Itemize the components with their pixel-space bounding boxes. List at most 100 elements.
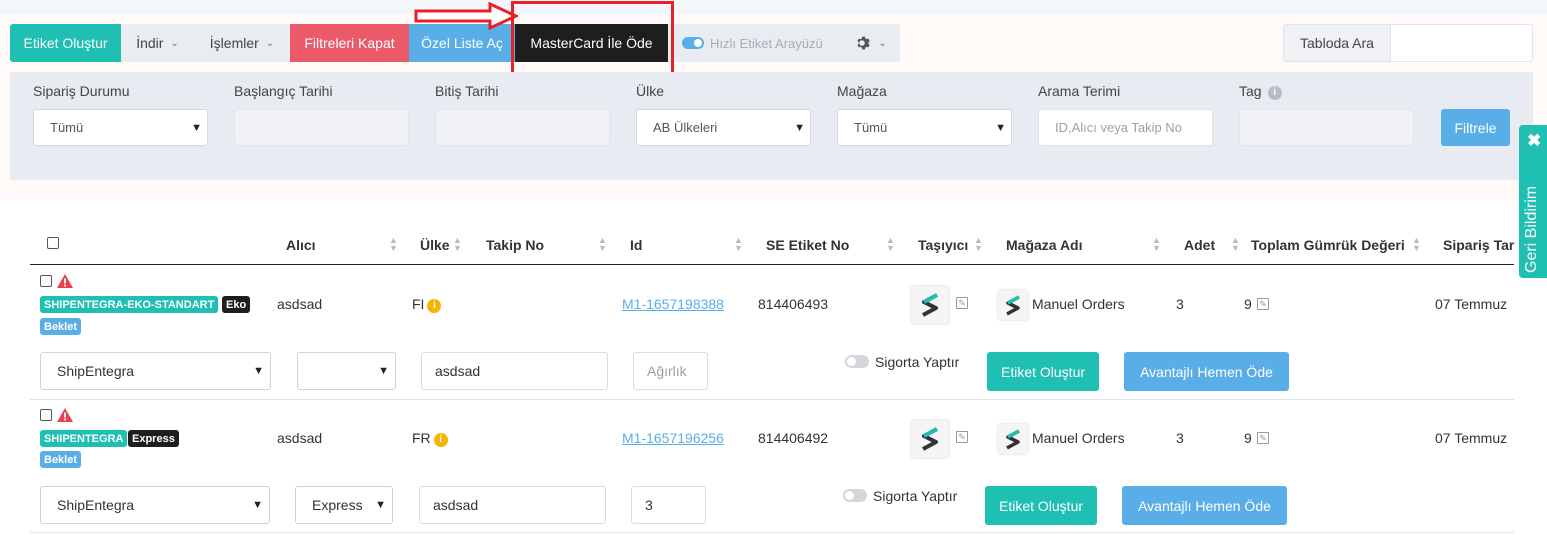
search-term-placeholder: ID,Alıcı veya Takip No xyxy=(1055,120,1182,135)
carrier-select-value: ShipEntegra xyxy=(57,497,135,513)
insurance-toggle[interactable] xyxy=(843,489,867,502)
shipentegra-logo xyxy=(911,286,949,324)
sort-icon[interactable]: ▲ ▼ xyxy=(389,236,398,253)
column-header-carrier[interactable]: Taşıyıcı xyxy=(918,237,968,253)
quick-label-text: Hızlı Etiket Arayüzü xyxy=(710,35,823,51)
sort-icon[interactable]: ▲ ▼ xyxy=(1412,236,1421,253)
sort-icon[interactable]: ▲ ▼ xyxy=(734,236,743,253)
recipient-input[interactable]: asdsad xyxy=(419,486,606,524)
gear-icon xyxy=(857,36,871,50)
country-cell: FI i xyxy=(412,296,442,313)
column-header-id[interactable]: Id xyxy=(630,237,642,253)
row-create-label-button[interactable]: Etiket Oluştur xyxy=(987,352,1099,391)
create-label-button[interactable]: Etiket Oluştur xyxy=(10,24,121,62)
insurance-toggle[interactable] xyxy=(845,355,869,368)
column-header-tracking[interactable]: Takip No xyxy=(486,237,544,253)
row-pay-now-button[interactable]: Avantajlı Hemen Öde xyxy=(1122,486,1287,525)
start-date-input[interactable] xyxy=(234,109,409,146)
header-divider xyxy=(30,264,1514,265)
close-filters-button[interactable]: Filtreleri Kapat xyxy=(290,24,409,62)
column-header-recipient[interactable]: Alıcı xyxy=(286,237,316,253)
search-term-input[interactable]: ID,Alıcı veya Takip No xyxy=(1038,109,1213,146)
sort-icon[interactable]: ▲ ▼ xyxy=(974,236,983,253)
quick-label-toggle[interactable]: Hızlı Etiket Arayüzü xyxy=(668,24,842,62)
chevron-down-icon: ⌄ xyxy=(878,37,887,49)
row-pay-now-button[interactable]: Avantajlı Hemen Öde xyxy=(1124,352,1289,391)
tag-service-type: Eko xyxy=(222,296,251,313)
sort-icon[interactable]: ▲ ▼ xyxy=(1231,236,1240,253)
column-header-country[interactable]: Ülke xyxy=(420,237,450,253)
country-label: Ülke xyxy=(636,83,665,99)
service-select[interactable]: Express ▼ xyxy=(295,486,393,524)
store-select[interactable]: Tümü ▼ xyxy=(837,109,1012,146)
search-term-label: Arama Terimi xyxy=(1038,83,1121,99)
recipient-cell: asdsad xyxy=(277,430,323,446)
tag-carrier-service: SHIPENTEGRA-EKO-STANDART xyxy=(40,296,219,313)
column-header-customs[interactable]: Toplam Gümrük Değeri xyxy=(1251,237,1405,253)
weight-input[interactable]: Ağırlık xyxy=(633,352,708,390)
store-value: Tümü xyxy=(854,120,888,135)
sort-icon[interactable]: ▲ ▼ xyxy=(886,236,895,253)
feedback-label: Geri Bildirim xyxy=(1523,185,1540,273)
column-header-order-date[interactable]: Sipariş Tar xyxy=(1443,237,1514,253)
row-divider xyxy=(30,532,1514,533)
info-icon: i xyxy=(1267,85,1282,100)
chevron-down-icon: ▼ xyxy=(995,121,1006,134)
red-arrow-annotation xyxy=(414,2,518,30)
edit-icon[interactable]: ✎ xyxy=(1257,432,1269,444)
sort-icon[interactable]: ▲ ▼ xyxy=(598,236,607,253)
country-code: FR xyxy=(412,430,431,446)
store-name-cell: Manuel Orders xyxy=(1032,296,1125,312)
recipient-input[interactable]: asdsad xyxy=(421,352,608,390)
tag-carrier-service: SHIPENTEGRA xyxy=(40,430,128,447)
store-logo xyxy=(998,290,1028,320)
weight-input[interactable]: 3 xyxy=(631,486,706,524)
column-header-qty[interactable]: Adet xyxy=(1184,237,1215,253)
order-status-select[interactable]: Tümü ▼ xyxy=(33,109,208,146)
country-select[interactable]: AB Ülkeleri ▼ xyxy=(636,109,811,146)
edit-icon[interactable]: ✎ xyxy=(956,431,968,443)
settings-dropdown[interactable]: ⌄ xyxy=(842,24,900,62)
chevron-down-icon: ▼ xyxy=(375,499,386,511)
chevron-down-icon: ▼ xyxy=(252,499,263,511)
actions-dropdown[interactable]: İşlemler ⌄ xyxy=(194,24,290,62)
warning-icon xyxy=(57,408,73,422)
edit-icon[interactable]: ✎ xyxy=(1257,298,1269,310)
tag-input[interactable] xyxy=(1239,109,1414,146)
column-header-se-label[interactable]: SE Etiket No xyxy=(766,237,849,253)
feedback-tab[interactable]: ✖ Geri Bildirim xyxy=(1519,125,1547,278)
qty-cell: 3 xyxy=(1176,296,1184,312)
order-id-link[interactable]: M1-1657198388 xyxy=(622,296,724,312)
row-checkbox[interactable] xyxy=(40,275,52,287)
download-label: İndir xyxy=(136,35,164,51)
recipient-input-value: asdsad xyxy=(433,497,479,513)
start-date-label: Başlangıç Tarihi xyxy=(234,83,333,99)
row-create-label-button[interactable]: Etiket Oluştur xyxy=(985,486,1097,525)
end-date-label: Bitiş Tarihi xyxy=(435,83,499,99)
tag-label: Tag i xyxy=(1239,83,1282,100)
sort-icon[interactable]: ▲ ▼ xyxy=(1152,236,1161,253)
download-dropdown[interactable]: İndir ⌄ xyxy=(121,24,194,62)
end-date-input[interactable] xyxy=(435,109,610,146)
tag-status: Beklet xyxy=(40,318,82,335)
table-search-input[interactable] xyxy=(1390,24,1533,62)
carrier-select[interactable]: ShipEntegra ▼ xyxy=(40,486,270,524)
se-label-cell: 814406492 xyxy=(758,430,829,446)
carrier-select[interactable]: ShipEntegra ▼ xyxy=(40,352,271,390)
select-all-checkbox[interactable] xyxy=(47,237,59,249)
filter-button[interactable]: Filtrele xyxy=(1441,109,1510,146)
info-icon[interactable]: i xyxy=(427,298,442,313)
info-icon[interactable]: i xyxy=(433,432,448,447)
shipentegra-logo xyxy=(911,420,949,458)
order-id-link[interactable]: M1-1657196256 xyxy=(622,430,724,446)
service-select[interactable]: ▼ xyxy=(297,352,396,390)
toggle-switch[interactable] xyxy=(682,37,704,49)
edit-icon[interactable]: ✎ xyxy=(956,297,968,309)
row-checkbox[interactable] xyxy=(40,409,52,421)
row-divider xyxy=(30,399,1514,400)
store-name-cell: Manuel Orders xyxy=(1032,430,1125,446)
column-header-store[interactable]: Mağaza Adı xyxy=(1006,237,1083,253)
carrier-select-value: ShipEntegra xyxy=(57,363,135,379)
sort-icon[interactable]: ▲ ▼ xyxy=(453,236,462,253)
country-value: AB Ülkeleri xyxy=(653,120,718,135)
